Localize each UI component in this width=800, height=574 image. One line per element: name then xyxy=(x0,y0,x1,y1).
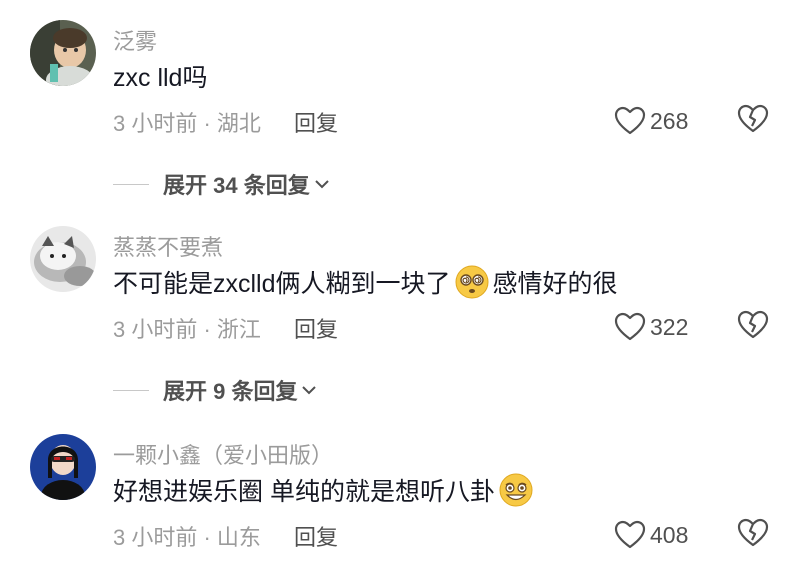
dislike-button[interactable] xyxy=(737,518,771,552)
divider xyxy=(113,389,149,391)
expand-replies-button[interactable]: 展开 34 条回复 xyxy=(113,168,331,200)
broken-heart-icon xyxy=(737,104,769,133)
broken-heart-icon xyxy=(737,310,769,339)
username[interactable]: 泛雾 xyxy=(113,24,157,56)
expand-replies-label: 展开 34 条回复 xyxy=(163,173,310,198)
comment-text: zxc lld吗 xyxy=(113,58,207,94)
comment-item: 一颗小鑫（爱小田版） 好想进娱乐圈 单纯的就是想听八卦 3 小时前 · 山东 回… xyxy=(0,434,800,574)
expand-replies-button[interactable]: 展开 9 条回复 xyxy=(113,374,318,406)
like-count: 408 xyxy=(650,521,689,548)
heart-icon xyxy=(614,520,646,549)
comment-text-part: 好想进娱乐圈 单纯的就是想听八卦 xyxy=(113,478,495,506)
like-count: 268 xyxy=(650,107,689,134)
avatar[interactable] xyxy=(30,226,96,292)
heart-icon xyxy=(614,312,646,341)
comment-text-part: zxc lld吗 xyxy=(113,64,208,92)
username[interactable]: 蒸蒸不要煮 xyxy=(113,230,223,262)
chevron-down-icon xyxy=(302,386,317,395)
comment-text-part: 感情好的很 xyxy=(492,270,618,298)
comment-item: 泛雾 zxc lld吗 3 小时前 · 湖北 回复 268 展开 34 条回复 xyxy=(0,20,800,198)
comment-meta: 3 小时前 · 浙江 xyxy=(113,317,261,342)
like-button[interactable]: 408 xyxy=(614,518,688,552)
like-button[interactable]: 268 xyxy=(614,104,688,138)
username[interactable]: 一颗小鑫（爱小田版） xyxy=(113,438,333,470)
dislike-button[interactable] xyxy=(737,104,771,138)
reply-button[interactable]: 回复 xyxy=(294,520,338,552)
avatar[interactable] xyxy=(30,434,96,500)
comment-meta: 3 小时前 · 山东 xyxy=(113,525,261,550)
comment-text-part: 不可能是zxclld俩人糊到一块了 xyxy=(113,270,451,298)
broken-heart-icon xyxy=(737,518,769,547)
dislike-button[interactable] xyxy=(737,310,771,344)
grinning-face-emoji-icon xyxy=(498,472,534,508)
expand-replies-label: 展开 9 条回复 xyxy=(163,379,298,404)
like-count: 322 xyxy=(650,313,689,340)
chevron-down-icon xyxy=(314,180,329,189)
avatar[interactable] xyxy=(30,20,96,86)
comment-text: 不可能是zxclld俩人糊到一块了 感情好的很 xyxy=(113,264,618,300)
dizzy-face-emoji-icon xyxy=(454,264,490,300)
comment-meta: 3 小时前 · 湖北 xyxy=(113,111,261,136)
comment-item: 蒸蒸不要煮 不可能是zxclld俩人糊到一块了 感情好的很 3 小时前 · 浙江… xyxy=(0,226,800,404)
like-button[interactable]: 322 xyxy=(614,310,688,344)
comment-text: 好想进娱乐圈 单纯的就是想听八卦 xyxy=(113,472,537,508)
reply-button[interactable]: 回复 xyxy=(294,312,338,344)
heart-icon xyxy=(614,106,646,135)
divider xyxy=(113,183,149,185)
reply-button[interactable]: 回复 xyxy=(294,106,338,138)
